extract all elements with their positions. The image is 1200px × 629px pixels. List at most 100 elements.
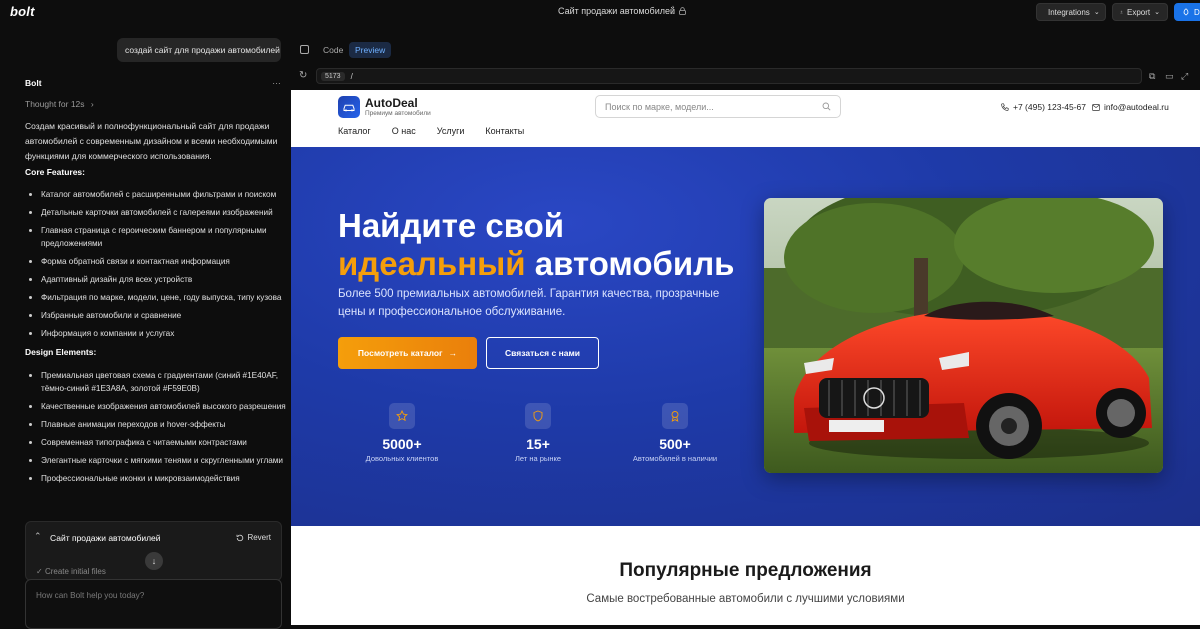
preview-url-bar: ↻ 5173 / ⧉ ▭ ⤢ — [291, 66, 1200, 86]
site-preview: AutoDeal Премиум автомобили Поиск по мар… — [291, 90, 1200, 625]
list-item: Детальные карточки автомобилей с галерея… — [25, 206, 287, 219]
site-tagline: Премиум автомобили — [365, 110, 431, 117]
preview-header: Code Preview — [291, 38, 1200, 62]
open-external-icon[interactable]: ⧉ — [1149, 71, 1155, 82]
list-item: Качественные изображения автомобилей выс… — [25, 400, 287, 413]
contact-us-button[interactable]: Связаться с нами — [486, 337, 599, 369]
revert-button[interactable]: Revert — [236, 533, 271, 542]
mail-icon — [1092, 103, 1100, 111]
chat-pane: создай сайт для продажи автомобилей Bolt… — [0, 24, 291, 629]
list-item: Современная типографика с читаемыми конт… — [25, 436, 287, 449]
port-badge[interactable]: 5173 — [321, 71, 345, 81]
scroll-down-icon[interactable]: ↓ — [145, 552, 163, 570]
created-files-text: Create initial files — [44, 567, 106, 576]
created-files-label: ✓ Create initial files — [36, 567, 106, 576]
sidebar-toggle-icon[interactable] — [300, 45, 309, 54]
more-vertical-icon[interactable]: ⋮ — [668, 5, 678, 16]
tab-code[interactable]: Code — [317, 42, 349, 58]
nav-item-about[interactable]: О нас — [392, 126, 416, 136]
site-nav: Каталог О нас Услуги Контакты — [338, 126, 524, 136]
hero-car-image — [764, 198, 1163, 473]
list-item: Адаптивный дизайн для всех устройств — [25, 273, 287, 286]
list-item: Премиальная цветовая схема с градиентами… — [25, 369, 287, 395]
stat-clients-number: 5000+ — [382, 436, 422, 452]
project-title[interactable]: Сайт продажи автомобилей — [558, 6, 686, 16]
site-email[interactable]: info@autodeal.ru — [1092, 102, 1169, 112]
top-bar: bolt Сайт продажи автомобилей ⋮ Integrat… — [0, 0, 1200, 24]
nav-item-catalog[interactable]: Каталог — [338, 126, 371, 136]
list-item: Фильтрация по марке, модели, цене, году … — [25, 291, 287, 304]
arrow-right-icon: → — [448, 348, 458, 358]
chevron-up-icon[interactable]: ⌃ — [34, 531, 42, 542]
hero-title-highlight: идеальный — [338, 245, 526, 282]
integrations-button[interactable]: Integrations ⌄ — [1036, 3, 1106, 21]
chevron-down-icon: ⌄ — [1093, 9, 1100, 16]
list-item: Профессиональные иконки и микровзаимодей… — [25, 472, 287, 485]
popular-subtitle: Самые востребованные автомобили с лучшим… — [586, 593, 905, 605]
hero-title-line1: Найдите свой — [338, 207, 565, 244]
site-search-input[interactable]: Поиск по марке, модели... — [595, 95, 841, 118]
nav-item-contacts[interactable]: Контакты — [485, 126, 524, 136]
site-phone[interactable]: +7 (495) 123-45-67 — [1001, 102, 1086, 112]
tab-preview[interactable]: Preview — [349, 42, 392, 58]
thought-label: Thought for 12s — [25, 99, 85, 109]
site-email-text: info@autodeal.ru — [1104, 102, 1169, 112]
site-logo[interactable] — [338, 96, 360, 118]
search-icon — [822, 102, 831, 111]
stat-clients: 5000+ Довольных клиентов — [342, 403, 462, 463]
list-item: Элегантные карточки с мягкими тенями и с… — [25, 454, 287, 467]
stat-clients-label: Довольных клиентов — [365, 454, 439, 463]
list-item: Главная страница с героическим баннером … — [25, 224, 287, 250]
device-toggle-icon[interactable]: ▭ — [1165, 71, 1174, 82]
expand-icon[interactable]: ⤢ — [1181, 71, 1188, 82]
hero-title: Найдите свой идеальный автомобиль — [338, 207, 758, 283]
upload-icon — [1120, 10, 1123, 14]
phone-icon — [1001, 103, 1009, 111]
more-horizontal-icon[interactable]: … — [272, 76, 281, 86]
reload-icon[interactable]: ↻ — [299, 70, 307, 81]
car-icon — [343, 104, 355, 112]
action-title[interactable]: Сайт продажи автомобилей — [50, 533, 161, 543]
list-item: Избранные автомобили и сравнение — [25, 309, 287, 322]
core-features-list: Каталог автомобилей с расширенными фильт… — [25, 188, 287, 345]
history-icon — [237, 534, 244, 541]
chat-input[interactable]: How can Bolt help you today? — [25, 579, 282, 629]
view-catalog-button[interactable]: Посмотреть каталог → — [338, 337, 477, 369]
site-brand[interactable]: AutoDeal — [365, 96, 418, 110]
export-button[interactable]: Export ⌄ — [1112, 3, 1168, 21]
hero-subtitle: Более 500 премиальных автомобилей. Гаран… — [338, 288, 720, 318]
integrations-label: Integrations — [1048, 7, 1090, 17]
list-item: Информация о компании и услугах — [25, 327, 287, 340]
lock-icon — [679, 7, 686, 15]
thought-toggle[interactable]: Thought for 12s › — [25, 99, 94, 109]
url-path: / — [350, 71, 353, 81]
rocket-icon — [1183, 8, 1189, 16]
list-item: Плавные анимации переходов и hover-эффек… — [25, 418, 287, 431]
nav-item-services[interactable]: Услуги — [437, 126, 465, 136]
car-photo-illustration — [764, 198, 1163, 473]
star-icon — [389, 403, 415, 429]
chevron-down-icon: ⌄ — [1154, 9, 1160, 16]
assistant-intro: Создам красивый и полнофункциональный са… — [25, 121, 278, 161]
site-phone-text: +7 (495) 123-45-67 — [1013, 102, 1087, 112]
revert-label: Revert — [247, 533, 271, 542]
hero-section: Найдите свой идеальный автомобиль Более … — [291, 147, 1200, 526]
url-input[interactable]: 5173 / — [316, 68, 1142, 84]
assistant-name: Bolt — [25, 78, 42, 88]
popular-title: Популярные предложения — [619, 560, 872, 581]
list-item: Форма обратной связи и контактная информ… — [25, 255, 287, 268]
award-icon — [662, 403, 688, 429]
bolt-logo[interactable]: bolt — [10, 4, 35, 19]
stat-cars-label: Автомобилей в наличии — [632, 454, 718, 463]
deploy-label: De — [1194, 7, 1200, 17]
shield-icon — [525, 403, 551, 429]
stat-years-number: 15+ — [526, 436, 550, 452]
hero-title-line2: автомобиль — [534, 245, 735, 282]
project-title-text: Сайт продажи автомобилей — [558, 6, 676, 16]
stat-cars: 500+ Автомобилей в наличии — [615, 403, 735, 463]
stat-cars-number: 500+ — [659, 436, 691, 452]
export-label: Export — [1127, 7, 1151, 17]
deploy-button[interactable]: De — [1174, 3, 1200, 21]
design-elements-list: Премиальная цветовая схема с градиентами… — [25, 369, 287, 490]
stat-years: 15+ Лет на рынке — [478, 403, 598, 463]
